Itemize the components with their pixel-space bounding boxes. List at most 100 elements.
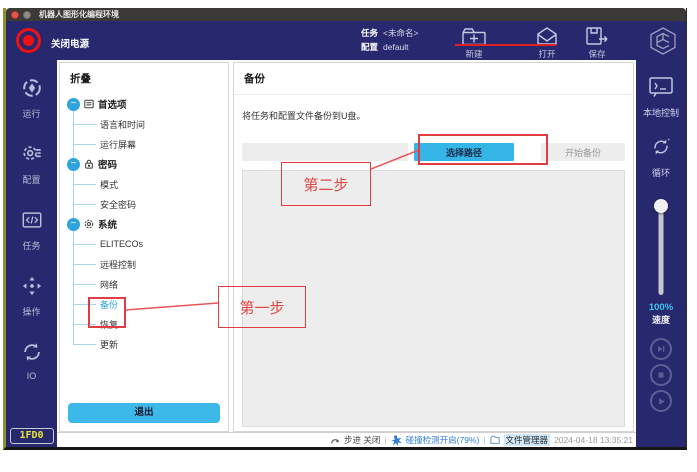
backup-log-area	[242, 170, 625, 427]
collision-status[interactable]: 碰撞检测开启(79%)	[406, 434, 480, 446]
loop-button[interactable]: 循环	[649, 136, 673, 179]
tree-item-label: 安全密码	[100, 198, 136, 211]
move-arrows-icon	[21, 275, 43, 302]
page-title: 备份	[234, 63, 633, 95]
slider-track[interactable]	[659, 206, 664, 295]
step-forward-button[interactable]	[650, 338, 672, 360]
nav-item-task[interactable]: 任务	[21, 209, 43, 252]
code-icon	[21, 209, 43, 236]
tree-item-label: 语言和时间	[100, 118, 145, 131]
power-button[interactable]	[16, 28, 41, 53]
config-value: default	[383, 42, 409, 52]
content-area: 运行 配置 任务 操作 IO 1FD0	[6, 60, 686, 447]
status-code-badge: 1FD0	[10, 428, 54, 444]
new-label: 新建	[452, 48, 496, 60]
file-manager-button[interactable]: 文件管理器	[504, 434, 551, 446]
preferences-icon	[84, 99, 94, 109]
step-mode-status[interactable]: 步进 关闭	[344, 434, 380, 446]
backup-path-input[interactable]	[242, 143, 408, 161]
tree-item-backup[interactable]: 备份	[60, 294, 228, 314]
select-path-button[interactable]: 选择路径	[414, 143, 514, 161]
slider-knob[interactable]	[654, 199, 668, 213]
backup-description: 将任务和配置文件备份到U盘。	[242, 109, 625, 122]
step-mode-icon	[330, 435, 340, 445]
save-icon	[575, 26, 619, 46]
exit-button[interactable]: 退出	[68, 403, 220, 423]
tree-item-restore[interactable]: 恢复	[60, 314, 228, 334]
middle-column: 折叠 − 首选项 语言和时间 运行屏幕 −	[57, 60, 636, 447]
tree-item-elitecos[interactable]: ELITECOs	[60, 234, 228, 254]
tree-item-label: 系统	[98, 217, 117, 231]
new-folder-icon	[452, 26, 496, 46]
speed-percent: 100%	[649, 302, 673, 313]
task-label: 任务	[361, 28, 378, 38]
backup-body: 将任务和配置文件备份到U盘。 选择路径 开始备份	[234, 95, 633, 431]
tree-item-network[interactable]: 网络	[60, 274, 228, 294]
run-icon	[21, 77, 43, 104]
tree-item-label: 网络	[100, 278, 118, 291]
os-titlebar: 机器人图形化编程环境	[6, 8, 686, 21]
tree-item-preferences[interactable]: − 首选项	[60, 94, 228, 114]
tree-item-update[interactable]: 更新	[60, 334, 228, 354]
nav-item-operate[interactable]: 操作	[21, 275, 43, 318]
tree-item-label: 首选项	[98, 97, 127, 111]
tree-item-run-screen[interactable]: 运行屏幕	[60, 134, 228, 154]
local-control-button[interactable]: 本地控制	[643, 76, 679, 119]
tree-item-password[interactable]: − 密码	[60, 154, 228, 174]
window-close-icon[interactable]	[11, 11, 19, 19]
brand-logo-icon	[647, 25, 679, 62]
save-button[interactable]: 保存	[575, 26, 619, 60]
power-label: 关闭电源	[51, 36, 89, 50]
status-datetime: 2024-04-18 13:35:21	[554, 435, 633, 445]
local-control-label: 本地控制	[643, 106, 679, 119]
tree-item-label: 备份	[100, 298, 118, 311]
collapse-node-icon[interactable]: −	[67, 98, 80, 111]
power-icon	[23, 35, 34, 46]
tree-item-label: 恢复	[100, 318, 118, 331]
collapse-node-icon[interactable]: −	[67, 218, 80, 231]
separator: |	[384, 435, 386, 445]
save-label: 保存	[575, 48, 619, 60]
panels-row: 折叠 − 首选项 语言和时间 运行屏幕 −	[57, 60, 636, 432]
tree-item-label: 远程控制	[100, 258, 136, 271]
task-config-info: 任务<未命名> 配置default	[361, 26, 418, 54]
gear-icon	[21, 143, 43, 170]
io-cycle-icon	[21, 341, 43, 368]
collision-icon	[391, 435, 402, 446]
tree-item-safety-password[interactable]: 安全密码	[60, 194, 228, 214]
collapse-node-icon[interactable]: −	[67, 158, 80, 171]
terminal-icon	[648, 76, 674, 103]
nav-label: 运行	[22, 107, 40, 120]
tree-item-system[interactable]: − 系统	[60, 214, 228, 234]
play-button[interactable]	[650, 390, 672, 412]
window-minimize-icon[interactable]	[23, 11, 31, 19]
nav-item-io[interactable]: IO	[21, 341, 43, 381]
settings-tree: − 首选项 语言和时间 运行屏幕 − 密码 模式	[60, 94, 228, 397]
nav-item-config[interactable]: 配置	[21, 143, 43, 186]
stop-button[interactable]	[650, 364, 672, 386]
open-envelope-icon	[525, 26, 569, 46]
nav-item-run[interactable]: 运行	[21, 77, 43, 120]
start-backup-button[interactable]: 开始备份	[541, 143, 625, 161]
screenshot-canvas: 机器人图形化编程环境 关闭电源 任务<未命名> 配置default 新建 打开 …	[0, 0, 697, 472]
tree-item-label: 密码	[98, 157, 117, 171]
loop-icon	[649, 136, 673, 163]
nav-label: 操作	[22, 305, 40, 318]
config-label: 配置	[361, 42, 378, 52]
new-button[interactable]: 新建	[452, 26, 496, 60]
tree-panel-title: 折叠	[60, 63, 228, 94]
system-gear-icon	[84, 219, 94, 229]
open-button[interactable]: 打开	[525, 26, 569, 60]
tree-item-mode[interactable]: 模式	[60, 174, 228, 194]
nav-label: 任务	[22, 239, 40, 252]
status-bar: 步进 关闭 | 碰撞检测开启(79%) | 文件管理器 2024-04-18 1…	[57, 432, 636, 447]
backup-controls-row: 选择路径 开始备份	[242, 143, 625, 161]
tree-item-label: 运行屏幕	[100, 138, 136, 151]
app-header: 关闭电源 任务<未命名> 配置default 新建 打开 保存	[6, 21, 686, 60]
speed-slider[interactable]	[651, 199, 671, 295]
tree-item-language-time[interactable]: 语言和时间	[60, 114, 228, 134]
separator: |	[483, 435, 485, 445]
settings-tree-panel: 折叠 − 首选项 语言和时间 运行屏幕 −	[59, 62, 229, 432]
tree-item-remote-control[interactable]: 远程控制	[60, 254, 228, 274]
right-control-bar: 本地控制 循环 100% 速度	[636, 60, 686, 447]
